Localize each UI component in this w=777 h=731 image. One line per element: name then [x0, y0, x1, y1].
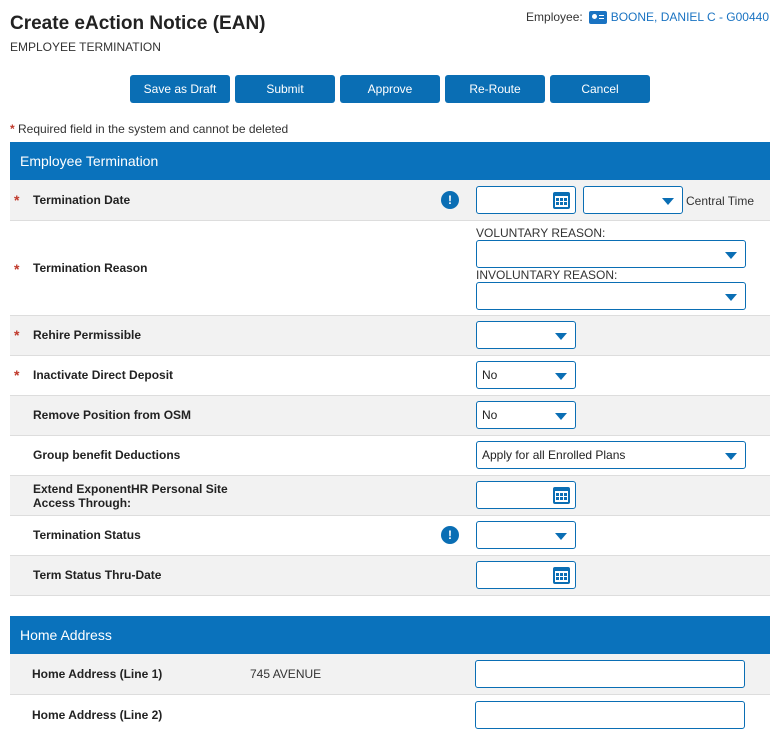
- chevron-down-icon: [725, 453, 737, 460]
- termination-time-select[interactable]: [583, 186, 683, 214]
- field-value: No: [482, 368, 498, 382]
- chevron-down-icon: [555, 533, 567, 540]
- voluntary-reason-label: VOLUNTARY REASON:: [476, 226, 606, 240]
- extend-access-date-input[interactable]: [476, 481, 576, 509]
- submit-button[interactable]: Submit: [235, 75, 335, 103]
- row-rehire-permissible: * Rehire Permissible: [10, 316, 770, 356]
- row-termination-date: * Termination Date ! Central Time: [10, 180, 770, 221]
- field-label: Home Address (Line 2): [32, 708, 163, 722]
- voluntary-reason-select[interactable]: [476, 240, 746, 268]
- required-star-icon: *: [10, 122, 15, 136]
- section-header-employee-termination: Employee Termination: [10, 142, 770, 180]
- row-home-address-line1: Home Address (Line 1) 745 AVENUE: [10, 654, 770, 695]
- group-benefit-select[interactable]: Apply for all Enrolled Plans: [476, 441, 746, 469]
- page-subtitle: EMPLOYEE TERMINATION: [10, 40, 161, 54]
- required-star-icon: *: [14, 327, 20, 343]
- page-title: Create eAction Notice (EAN): [10, 13, 266, 34]
- calendar-icon[interactable]: [553, 487, 570, 504]
- current-value: 745 AVENUE: [250, 667, 322, 681]
- reroute-button[interactable]: Re-Route: [445, 75, 545, 103]
- field-label: Term Status Thru-Date: [33, 568, 162, 582]
- approve-button[interactable]: Approve: [340, 75, 440, 103]
- row-term-status-thru: Term Status Thru-Date: [10, 556, 770, 596]
- field-label: Termination Status: [33, 528, 141, 542]
- field-label: Termination Reason: [33, 261, 148, 275]
- section-title: Employee Termination: [20, 153, 159, 169]
- field-label: Extend ExponentHR Personal Site Access T…: [33, 482, 228, 510]
- row-termination-reason: * Termination Reason VOLUNTARY REASON: I…: [10, 221, 770, 316]
- info-icon[interactable]: !: [441, 526, 459, 544]
- row-remove-position: Remove Position from OSM No: [10, 396, 770, 436]
- rehire-select[interactable]: [476, 321, 576, 349]
- direct-deposit-select[interactable]: No: [476, 361, 576, 389]
- involuntary-reason-select[interactable]: [476, 282, 746, 310]
- involuntary-reason-label: INVOLUNTARY REASON:: [476, 268, 618, 282]
- field-value: Apply for all Enrolled Plans: [482, 448, 626, 462]
- field-label-line2: Access Through:: [33, 496, 132, 510]
- field-label: Inactivate Direct Deposit: [33, 368, 174, 382]
- chevron-down-icon: [555, 373, 567, 380]
- cancel-button[interactable]: Cancel: [550, 75, 650, 103]
- chevron-down-icon: [725, 294, 737, 301]
- employee-name-link[interactable]: BOONE, DANIEL C - G00440: [611, 10, 769, 24]
- action-toolbar: Save as Draft Submit Approve Re-Route Ca…: [130, 75, 650, 103]
- required-star-icon: *: [14, 261, 20, 277]
- term-status-thru-date-input[interactable]: [476, 561, 576, 589]
- employee-label: Employee:: [526, 10, 583, 24]
- field-label: Home Address (Line 1): [32, 667, 163, 681]
- field-label: Rehire Permissible: [33, 328, 142, 342]
- chevron-down-icon: [555, 333, 567, 340]
- calendar-icon[interactable]: [553, 192, 570, 209]
- home-address-line1-input[interactable]: [475, 660, 745, 688]
- required-note-text: Required field in the system and cannot …: [18, 122, 289, 136]
- termination-date-input[interactable]: [476, 186, 576, 214]
- row-inactivate-direct-deposit: * Inactivate Direct Deposit No: [10, 356, 770, 396]
- timezone-label: Central Time: [686, 194, 755, 208]
- id-card-icon: [588, 10, 607, 24]
- save-as-draft-button[interactable]: Save as Draft: [130, 75, 230, 103]
- row-extend-access: Extend ExponentHR Personal Site Access T…: [10, 476, 770, 516]
- required-star-icon: *: [14, 367, 20, 383]
- field-label-line1: Extend ExponentHR Personal Site: [33, 482, 228, 496]
- employee-info: Employee: BOONE, DANIEL C - G00440: [526, 10, 769, 24]
- chevron-down-icon: [555, 413, 567, 420]
- chevron-down-icon: [662, 198, 674, 205]
- remove-position-select[interactable]: No: [476, 401, 576, 429]
- info-icon[interactable]: !: [441, 191, 459, 209]
- row-termination-status: Termination Status !: [10, 516, 770, 556]
- row-home-address-line2: Home Address (Line 2): [10, 695, 770, 731]
- required-star-icon: *: [14, 192, 20, 208]
- chevron-down-icon: [725, 252, 737, 259]
- termination-status-select[interactable]: [476, 521, 576, 549]
- section-title: Home Address: [20, 627, 112, 643]
- field-label: Remove Position from OSM: [33, 408, 192, 422]
- home-address-line2-input[interactable]: [475, 701, 745, 729]
- required-note: * Required field in the system and canno…: [10, 122, 288, 136]
- field-label: Group benefit Deductions: [33, 448, 181, 462]
- field-value: No: [482, 408, 498, 422]
- row-group-benefit: Group benefit Deductions Apply for all E…: [10, 436, 770, 476]
- section-header-home-address: Home Address: [10, 616, 770, 654]
- field-label: Termination Date: [33, 193, 131, 207]
- calendar-icon[interactable]: [553, 567, 570, 584]
